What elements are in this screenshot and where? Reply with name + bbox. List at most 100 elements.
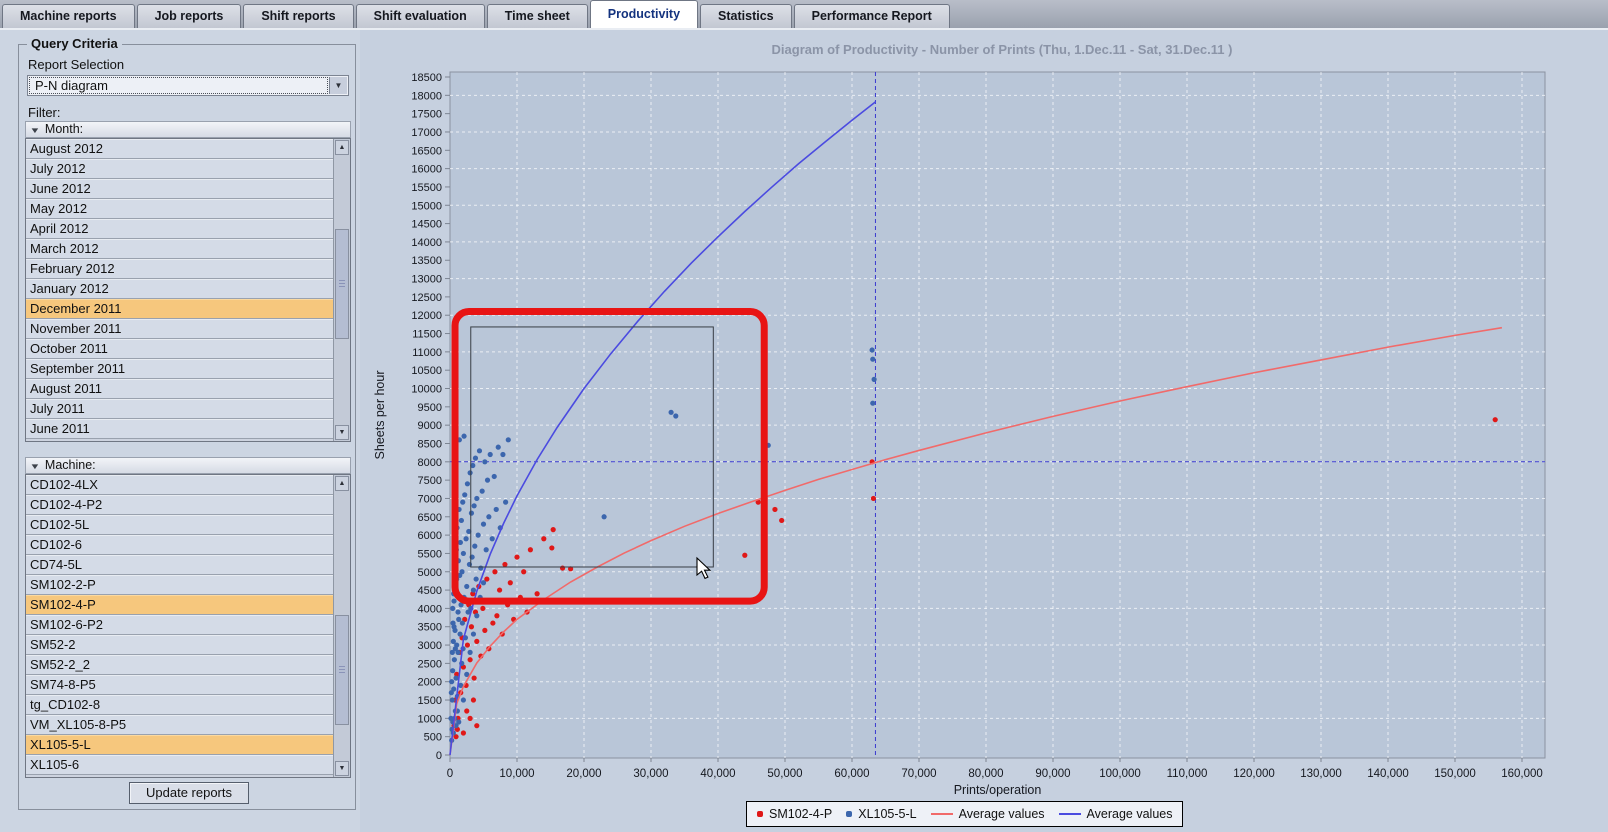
svg-text:12000: 12000 — [411, 310, 442, 322]
svg-text:2500: 2500 — [418, 658, 442, 670]
list-item[interactable]: June 2012 — [26, 179, 333, 199]
svg-text:3500: 3500 — [418, 622, 442, 634]
svg-text:11000: 11000 — [412, 347, 442, 359]
tab-job-reports[interactable]: Job reports — [136, 4, 242, 28]
svg-text:15000: 15000 — [411, 200, 442, 212]
list-item[interactable]: SM52-2 — [26, 635, 333, 655]
tab-performance-report[interactable]: Performance Report — [793, 4, 950, 28]
x-axis-title: Prints/operation — [954, 783, 1042, 797]
list-item[interactable]: January 2012 — [26, 279, 333, 299]
legend-label: SM102-4-P — [769, 807, 833, 821]
legend-label: XL105-5-L — [858, 807, 917, 821]
svg-text:130,000: 130,000 — [1300, 768, 1342, 780]
month-list: August 2012 July 2012 June 2012 May 2012 Apr… — [25, 138, 351, 442]
month-scroll-thumb[interactable] — [335, 229, 349, 339]
svg-text:17000: 17000 — [411, 127, 442, 139]
tab-shift-reports[interactable]: Shift reports — [243, 4, 354, 28]
scroll-down-icon[interactable]: ▼ — [335, 761, 349, 776]
collapse-triangle-icon: ▼ — [29, 126, 41, 135]
list-item[interactable]: March 2012 — [26, 239, 333, 259]
list-item[interactable]: SM74-8-P5 — [26, 675, 333, 695]
tab-machine-reports[interactable]: Machine reports — [2, 4, 135, 28]
legend-dot-icon — [757, 811, 763, 817]
list-item[interactable]: August 2011 — [26, 379, 333, 399]
scroll-down-icon[interactable]: ▼ — [335, 425, 349, 440]
list-item[interactable]: SM102-4-P — [26, 595, 333, 615]
svg-text:17500: 17500 — [411, 109, 442, 121]
y-axis-title: Sheets per hour — [373, 371, 387, 460]
list-item[interactable]: December 2011 — [26, 299, 333, 319]
plot-area[interactable] — [449, 71, 1546, 759]
tab-productivity[interactable]: Productivity — [589, 0, 699, 28]
chart-legend: SM102-4-P XL105-5-L Average values Average … — [746, 801, 1184, 827]
list-item[interactable]: XL105-6 — [26, 755, 333, 775]
tab-shift-evaluation[interactable]: Shift evaluation — [355, 4, 485, 28]
list-item[interactable]: tg_CD102-8 — [26, 695, 333, 715]
list-item[interactable]: September 2011 — [26, 359, 333, 379]
report-selection-dropdown[interactable]: P-N diagram ▼ — [27, 75, 349, 96]
machine-list: CD102-4LX CD102-4-P2 CD102-5L CD102-6 CD74-5… — [25, 474, 351, 778]
legend-entry: Average values — [930, 807, 1045, 821]
svg-text:1000: 1000 — [418, 713, 442, 725]
update-reports-button[interactable]: Update reports — [129, 782, 249, 804]
scroll-up-icon[interactable]: ▲ — [335, 476, 349, 491]
list-item[interactable]: CD74-5L — [26, 555, 333, 575]
list-item[interactable]: May 2012 — [26, 199, 333, 219]
tab-time-sheet[interactable]: Time sheet — [486, 4, 588, 28]
svg-text:120,000: 120,000 — [1233, 768, 1275, 780]
month-section-header[interactable]: ▼ Month: — [25, 121, 351, 138]
list-item[interactable]: October 2011 — [26, 339, 333, 359]
svg-text:5500: 5500 — [418, 548, 442, 560]
filter-label: Filter: — [28, 105, 61, 120]
machine-section-header[interactable]: ▼ Machine: — [25, 457, 351, 474]
list-item[interactable]: November 2011 — [26, 319, 333, 339]
month-scrollbar[interactable]: ▲ ▼ — [333, 139, 350, 441]
collapse-triangle-icon: ▼ — [29, 462, 41, 471]
machine-scroll-thumb[interactable] — [335, 615, 349, 725]
list-item[interactable]: CD102-4LX — [26, 475, 333, 495]
report-selection-value: P-N diagram — [29, 77, 328, 94]
svg-text:16500: 16500 — [411, 145, 442, 157]
query-criteria-title: Query Criteria — [27, 36, 122, 51]
svg-text:10000: 10000 — [411, 384, 442, 396]
svg-text:90,000: 90,000 — [1035, 768, 1070, 780]
list-item[interactable]: SM102-6-P2 — [26, 615, 333, 635]
legend-entry: Average values — [1058, 807, 1172, 821]
svg-text:160,000: 160,000 — [1501, 768, 1543, 780]
svg-text:20,000: 20,000 — [566, 768, 601, 780]
svg-text:8500: 8500 — [418, 438, 442, 450]
svg-text:500: 500 — [424, 732, 442, 744]
svg-text:8000: 8000 — [418, 457, 442, 469]
list-item[interactable]: SM52-2_2 — [26, 655, 333, 675]
svg-text:7000: 7000 — [418, 493, 442, 505]
tab-statistics[interactable]: Statistics — [700, 4, 792, 28]
svg-text:80,000: 80,000 — [968, 768, 1003, 780]
svg-text:12500: 12500 — [411, 292, 442, 304]
list-item[interactable]: SM102-2-P — [26, 575, 333, 595]
svg-text:4500: 4500 — [418, 585, 442, 597]
list-item[interactable]: CD102-5L — [26, 515, 333, 535]
machine-scrollbar[interactable]: ▲ ▼ — [333, 475, 350, 777]
chevron-down-icon[interactable]: ▼ — [329, 77, 347, 94]
list-item[interactable]: July 2011 — [26, 399, 333, 419]
legend-label: Average values — [958, 807, 1045, 821]
scroll-up-icon[interactable]: ▲ — [335, 140, 349, 155]
legend-entry: XL105-5-L — [846, 807, 917, 821]
svg-text:60,000: 60,000 — [834, 768, 869, 780]
list-item[interactable]: CD102-6 — [26, 535, 333, 555]
list-item[interactable]: CD102-4-P2 — [26, 495, 333, 515]
svg-text:70,000: 70,000 — [901, 768, 936, 780]
list-item[interactable]: February 2012 — [26, 259, 333, 279]
list-item[interactable]: XL105-5-L — [26, 735, 333, 755]
svg-text:6000: 6000 — [418, 530, 442, 542]
list-item[interactable]: August 2012 — [26, 139, 333, 159]
list-item[interactable]: July 2012 — [26, 159, 333, 179]
list-item[interactable]: June 2011 — [26, 419, 333, 439]
chart-title: Diagram of Productivity - Number of Prin… — [772, 42, 1233, 57]
list-item[interactable]: April 2012 — [26, 219, 333, 239]
pn-diagram-chart[interactable]: Diagram of Productivity - Number of Prin… — [360, 32, 1608, 832]
svg-text:2000: 2000 — [418, 677, 442, 689]
svg-text:0: 0 — [436, 750, 442, 762]
svg-text:13000: 13000 — [411, 274, 442, 286]
list-item[interactable]: VM_XL105-8-P5 — [26, 715, 333, 735]
